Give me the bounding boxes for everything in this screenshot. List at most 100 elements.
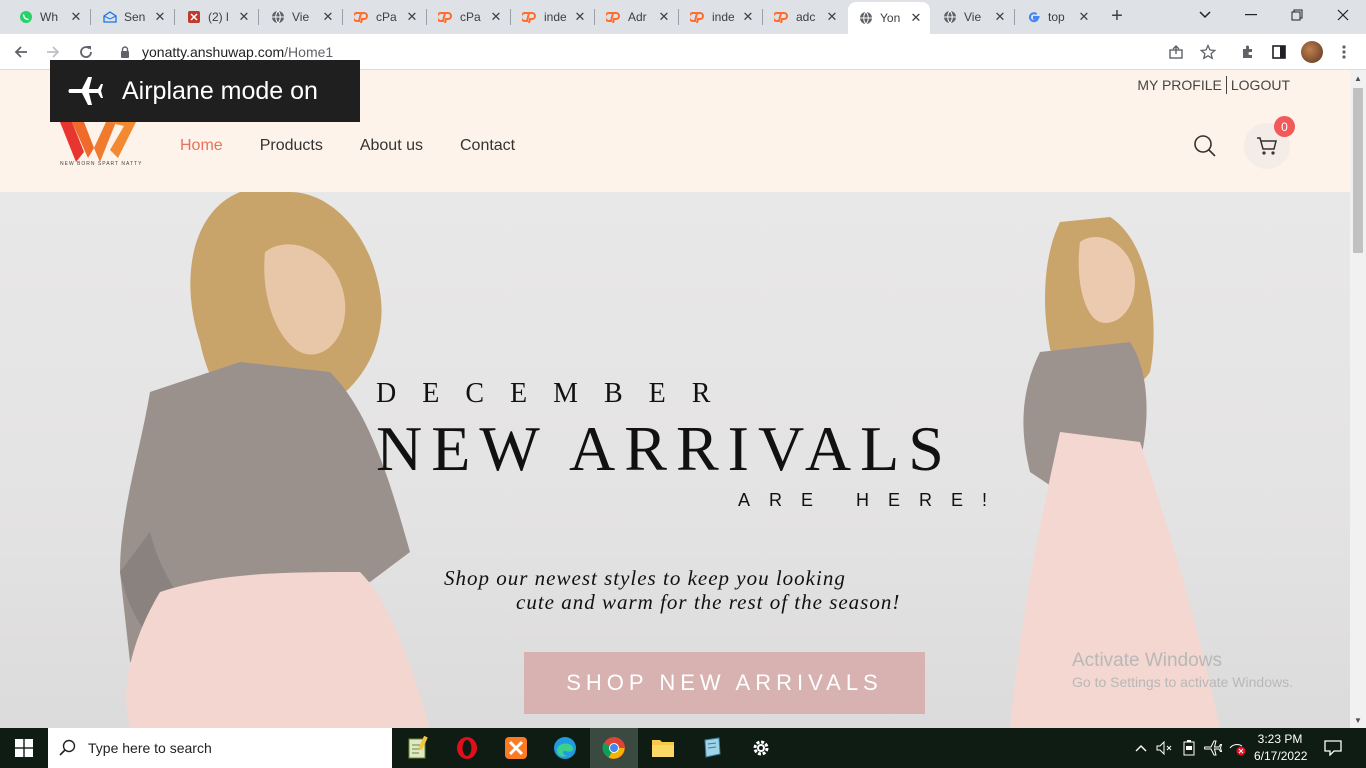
browser-tab-title: Yon	[880, 11, 901, 25]
cart-count-badge: 0	[1274, 116, 1295, 137]
scroll-up-icon[interactable]: ▲	[1350, 70, 1366, 86]
url-host: yonatty.anshuwap.com	[142, 44, 285, 60]
bookmark-star-icon[interactable]	[1195, 39, 1221, 65]
nav-products[interactable]: Products	[260, 137, 323, 155]
globe-icon	[942, 9, 958, 25]
notification-center-icon[interactable]	[1318, 728, 1348, 768]
file-explorer-app-icon[interactable]	[639, 728, 687, 768]
account-links: MY PROFILE LOGOUT	[1137, 76, 1290, 94]
shop-new-arrivals-button[interactable]: SHOP NEW ARRIVALS	[524, 652, 925, 714]
show-hidden-icons-icon[interactable]	[1132, 728, 1150, 768]
tab-close-icon[interactable]: ✕	[488, 9, 504, 25]
close-window-icon[interactable]	[1320, 0, 1366, 30]
browser-tab[interactable]: cPa ✕	[428, 3, 510, 31]
extensions-icon[interactable]	[1235, 39, 1261, 65]
new-tab-button[interactable]: +	[1104, 3, 1130, 29]
more-menu-icon[interactable]	[1331, 39, 1357, 65]
hero-subtitle-line1: Shop our newest styles to keep you looki…	[444, 566, 846, 590]
tab-close-icon[interactable]: ✕	[992, 9, 1008, 25]
cpanel-icon	[522, 9, 538, 25]
logout-link[interactable]: LOGOUT	[1231, 77, 1290, 93]
hero-tagline: ARE HERE!	[738, 490, 1007, 510]
nav-home[interactable]: Home	[180, 137, 223, 155]
start-button[interactable]	[0, 728, 48, 768]
tab-close-icon[interactable]: ✕	[656, 9, 672, 25]
airplane-mode-text: Airplane mode on	[122, 76, 318, 105]
browser-tab[interactable]: adc ✕	[764, 3, 846, 31]
taskbar-clock[interactable]: 3:23 PM 6/17/2022	[1254, 731, 1307, 765]
scrollbar-thumb[interactable]	[1353, 88, 1363, 253]
network-error-icon[interactable]	[1226, 728, 1248, 768]
tab-close-icon[interactable]: ✕	[1076, 9, 1092, 25]
tab-separator	[678, 9, 679, 25]
browser-tab[interactable]: inde ✕	[680, 3, 762, 31]
chrome-app-icon[interactable]	[590, 728, 638, 768]
browser-tab-title: Adr	[628, 10, 647, 24]
browser-tab[interactable]: Vie ✕	[932, 3, 1014, 31]
nav-about-us[interactable]: About us	[360, 137, 423, 155]
browser-tab[interactable]: Wh ✕	[8, 3, 90, 31]
minimize-icon[interactable]	[1228, 0, 1274, 30]
nav-contact[interactable]: Contact	[460, 137, 515, 155]
hero-title: NEW ARRIVALS	[376, 413, 953, 484]
my-profile-link[interactable]: MY PROFILE	[1137, 77, 1222, 93]
tab-close-icon[interactable]: ✕	[320, 9, 336, 25]
browser-tab[interactable]: Adr ✕	[596, 3, 678, 31]
site-logo[interactable]: NEW BORN SPART NATTY	[58, 118, 142, 170]
battery-icon[interactable]	[1178, 728, 1200, 768]
browser-tab-title: (2) l	[208, 10, 229, 24]
cpanel-icon	[690, 9, 706, 25]
browser-tab-title: inde	[544, 10, 566, 24]
browser-tab[interactable]: cPa ✕	[344, 3, 426, 31]
tab-close-icon[interactable]: ✕	[68, 9, 84, 25]
logo-mark-icon	[60, 122, 136, 162]
tab-close-icon[interactable]: ✕	[740, 9, 756, 25]
tab-close-icon[interactable]: ✕	[572, 9, 588, 25]
side-panel-icon[interactable]	[1266, 39, 1292, 65]
browser-tab[interactable]: inde ✕	[512, 3, 594, 31]
whatsapp-icon	[18, 9, 34, 25]
airplane-mode-tray-icon[interactable]	[1202, 728, 1224, 768]
scroll-down-icon[interactable]: ▼	[1350, 712, 1366, 728]
tab-close-icon[interactable]: ✕	[908, 10, 924, 26]
windows-logo-icon	[15, 739, 33, 757]
notes-app-icon[interactable]	[688, 728, 736, 768]
opera-app-icon[interactable]	[443, 728, 491, 768]
notepad-app-icon[interactable]	[394, 728, 442, 768]
tab-close-icon[interactable]: ✕	[404, 9, 420, 25]
mail-icon	[102, 9, 118, 25]
profile-avatar[interactable]	[1301, 41, 1323, 63]
edge-app-icon[interactable]	[541, 728, 589, 768]
tab-close-icon[interactable]: ✕	[824, 9, 840, 25]
taskbar-search-box[interactable]: Type here to search	[48, 728, 392, 768]
volume-muted-icon[interactable]	[1154, 728, 1174, 768]
browser-tab[interactable]: Vie ✕	[260, 3, 342, 31]
taskbar-search-placeholder: Type here to search	[88, 740, 212, 756]
activate-windows-hint: Go to Settings to activate Windows.	[1072, 674, 1293, 690]
browser-tab[interactable]: Sen ✕	[92, 3, 174, 31]
tab-search-icon[interactable]	[1182, 0, 1228, 30]
share-icon[interactable]	[1163, 39, 1189, 65]
browser-tab-title: adc	[796, 10, 816, 24]
tab-close-icon[interactable]: ✕	[152, 9, 168, 25]
search-icon[interactable]	[1193, 134, 1217, 158]
taskbar-search-icon	[48, 739, 88, 757]
back-icon[interactable]	[8, 39, 34, 65]
airplane-mode-toast: Airplane mode on	[50, 60, 360, 122]
restore-icon[interactable]	[1274, 0, 1320, 30]
settings-app-icon[interactable]	[737, 728, 785, 768]
hero-subtitle-line2: cute and warm for the rest of the season…	[516, 590, 901, 614]
lock-icon[interactable]	[118, 45, 132, 59]
browser-tab[interactable]: top ✕	[1016, 3, 1098, 31]
tab-close-icon[interactable]: ✕	[236, 9, 252, 25]
browser-tab-strip: + Wh ✕ Sen ✕ (2) l ✕ Vie ✕ cPa ✕ cPa ✕ inde ✕ Adr ✕ inde…	[0, 0, 1366, 34]
browser-tab[interactable]: (2) l ✕	[176, 3, 258, 31]
xampp-app-icon[interactable]	[492, 728, 540, 768]
browser-tab-title: cPa	[376, 10, 397, 24]
url-path: /Home1	[284, 44, 334, 60]
url-text[interactable]: yonatty.anshuwap.com/Home1	[142, 44, 333, 60]
clock-time: 3:23 PM	[1257, 732, 1303, 746]
page-scrollbar[interactable]: ▲ ▼	[1350, 70, 1366, 728]
airplane-icon	[50, 75, 122, 107]
browser-tab[interactable]: Yon ✕	[848, 2, 930, 34]
